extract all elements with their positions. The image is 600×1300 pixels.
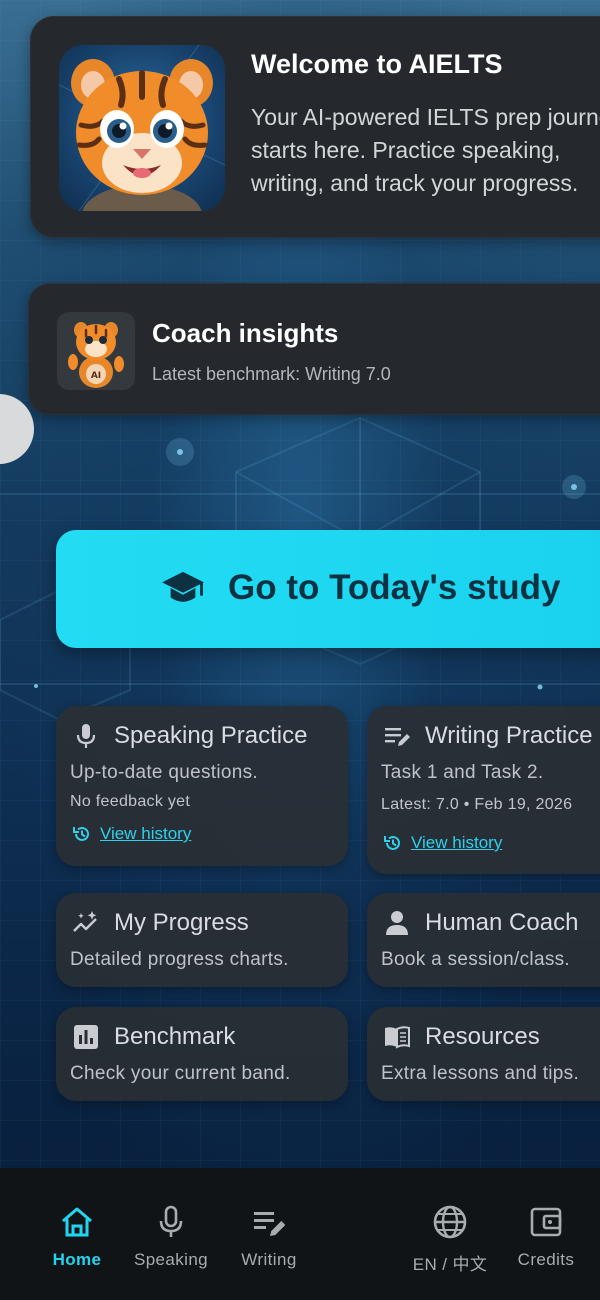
book-icon <box>385 1026 410 1049</box>
nav-label-writing: Writing <box>241 1250 297 1269</box>
nav-item-speaking[interactable]: Speaking <box>122 1168 220 1300</box>
writing-latest-score: Latest: 7.0 • Feb 19, 2026 <box>381 796 573 813</box>
nav-item-home[interactable]: Home <box>32 1168 122 1300</box>
resources-title: Resources <box>425 1023 540 1050</box>
nav-item-credits[interactable]: Credits <box>506 1168 586 1300</box>
speaking-feedback-status: No feedback yet <box>70 793 191 810</box>
side-drawer-handle[interactable] <box>0 394 34 464</box>
coach-insights-subtitle: Latest benchmark: Writing 7.0 <box>152 364 391 384</box>
history-icon <box>384 835 400 850</box>
tiger-mascot-avatar <box>59 45 225 211</box>
my-progress-description: Detailed progress charts. <box>70 949 289 970</box>
welcome-card: Welcome to AIELTS Your AI-powered IELTS … <box>30 16 600 238</box>
my-progress-title: My Progress <box>114 909 249 936</box>
globe-icon <box>433 1205 467 1239</box>
writing-practice-description: Task 1 and Task 2. <box>381 762 544 783</box>
sparkle-chart-icon <box>73 911 97 932</box>
human-coach-description: Book a session/class. <box>381 949 570 970</box>
my-progress-tile[interactable]: My Progress Detailed progress charts. <box>56 893 348 987</box>
writing-view-history-label: View history <box>411 833 503 852</box>
nav-label-credits: Credits <box>517 1250 575 1269</box>
microphone-icon <box>76 724 96 748</box>
human-coach-title: Human Coach <box>425 909 579 936</box>
benchmark-description: Check your current band. <box>70 1063 291 1084</box>
resources-description: Extra lessons and tips. <box>381 1063 580 1084</box>
tiger-coach-avatar: AI <box>57 312 135 390</box>
nav-label-speaking: Speaking <box>133 1250 209 1269</box>
benchmark-title: Benchmark <box>114 1023 236 1050</box>
benchmark-tile[interactable]: Benchmark Check your current band. <box>56 1007 348 1101</box>
go-to-todays-study-button[interactable]: Go to Today's study <box>56 530 600 648</box>
speaking-practice-description: Up-to-date questions. <box>70 762 258 783</box>
writing-practice-tile[interactable]: Writing Practice Task 1 and Task 2. Late… <box>367 706 600 874</box>
nav-label-language: EN / 中文 <box>412 1255 488 1274</box>
nav-item-language[interactable]: EN / 中文 <box>400 1168 500 1300</box>
writing-practice-title: Writing Practice <box>425 722 593 749</box>
history-icon <box>73 826 89 841</box>
wallet-icon <box>530 1207 562 1237</box>
graduation-cap-icon <box>162 571 204 602</box>
nav-item-writing[interactable]: Writing <box>224 1168 314 1300</box>
nav-label-home: Home <box>52 1250 102 1269</box>
home-screen: Welcome to AIELTS Your AI-powered IELTS … <box>0 0 600 1300</box>
human-coach-tile[interactable]: Human Coach Book a session/class. <box>367 893 600 987</box>
study-button-label: Go to Today's study <box>228 568 561 607</box>
speaking-view-history-label: View history <box>100 824 192 843</box>
writing-icon <box>254 1212 286 1236</box>
speaking-practice-title: Speaking Practice <box>114 722 308 749</box>
bar-chart-icon <box>74 1025 98 1049</box>
writing-view-history-link[interactable]: View history <box>383 833 502 853</box>
svg-text:AI: AI <box>91 371 101 381</box>
microphone-icon <box>159 1205 183 1237</box>
speaking-view-history-link[interactable]: View history <box>72 824 191 844</box>
welcome-description: Your AI-powered IELTS prep journey start… <box>251 104 600 196</box>
bottom-navigation-bar: Home Speaking Writing EN / 中文 Credits <box>0 1168 600 1300</box>
welcome-title: Welcome to AIELTS <box>251 49 503 79</box>
coach-insights-card[interactable]: AI Coach insights Latest benchmark: Writ… <box>28 283 600 415</box>
coach-insights-title: Coach insights <box>152 318 339 348</box>
person-icon <box>386 911 408 935</box>
resources-tile[interactable]: Resources Extra lessons and tips. <box>367 1007 600 1101</box>
speaking-practice-tile[interactable]: Speaking Practice Up-to-date questions. … <box>56 706 348 866</box>
home-icon <box>62 1207 92 1237</box>
writing-icon <box>385 728 410 746</box>
